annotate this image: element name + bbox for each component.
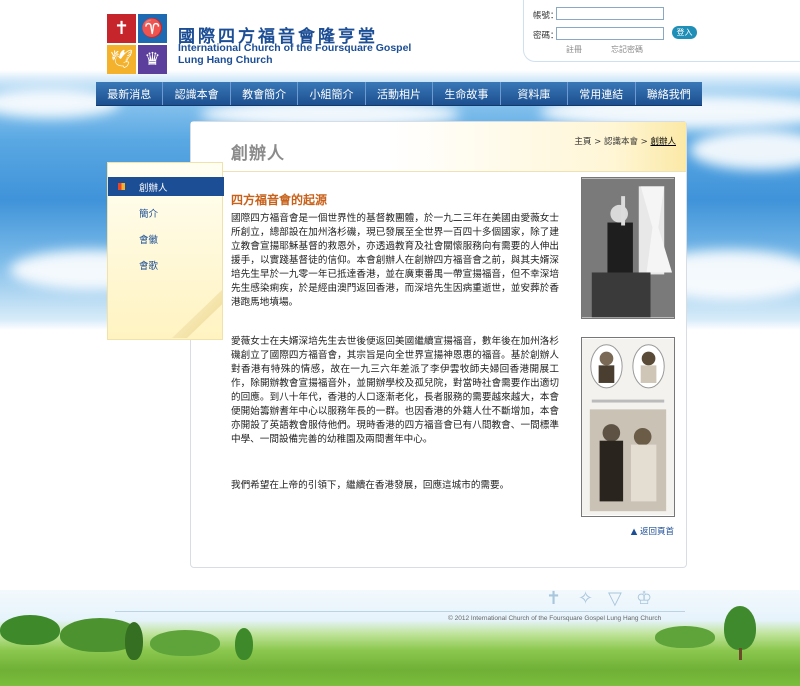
dove-icon: ✧ xyxy=(578,588,594,609)
section-title: 四方福音會的起源 xyxy=(231,193,328,207)
password-input[interactable] xyxy=(556,27,664,40)
account-input[interactable] xyxy=(556,7,664,20)
tree-trunk xyxy=(739,648,742,660)
copyright-text: © 2012 International Church of the Fours… xyxy=(448,615,662,622)
breadcrumb: 主頁 > 認識本會 > 創辦人 xyxy=(574,135,676,147)
crown-icon: ♔ xyxy=(636,588,653,609)
sidebar-item-label: 簡介 xyxy=(139,208,159,220)
content-panel: 創辦人 主頁 > 認識本會 > 創辦人 四方福音會的起源 國際四方福音會是一個世… xyxy=(190,121,687,568)
paragraph: 我們希望在上帝的引領下，繼續在香港發展，回應這城市的需要。 xyxy=(231,480,510,491)
cross-icon: ✝ xyxy=(107,14,136,43)
sidebar-item-anthem[interactable]: 會歌 xyxy=(108,255,224,274)
tree xyxy=(235,628,253,660)
paragraph: 愛薇女士在夫婿深培先生去世後便返回美國繼續宣揚福音，數年後在加州洛杉磯創立了國際… xyxy=(231,336,559,445)
sidebar-item-emblem[interactable]: 會徽 xyxy=(108,229,224,248)
panel-header: 創辦人 主頁 > 認識本會 > 創辦人 xyxy=(191,122,686,172)
main-nav: 最新消息 認識本會 教會簡介 小組簡介 活動相片 生命故事 資料庫 常用連結 聯… xyxy=(96,82,702,106)
footer-divider xyxy=(115,611,685,612)
founder-photo xyxy=(581,177,675,319)
paragraph: 國際四方福音會是一個世界性的基督教團體，於一九二三年在美國由愛薇女士所創立，總部… xyxy=(231,213,559,308)
dove-icon: 🕊 xyxy=(107,45,136,74)
breadcrumb-separator: > xyxy=(637,137,651,147)
breadcrumb-separator: > xyxy=(591,137,604,147)
breadcrumb-current[interactable]: 創辦人 xyxy=(650,137,676,147)
sidebar-item-label: 創辦人 xyxy=(139,182,168,194)
tree xyxy=(150,630,220,656)
nav-item-contact[interactable]: 聯絡我們 xyxy=(636,82,702,105)
org-name-english-sub: Lung Hang Church xyxy=(178,54,273,66)
sidebar-item-founder[interactable]: 創辦人 xyxy=(108,177,224,196)
cup-icon: ♈ xyxy=(138,14,167,43)
nav-item-life-stories[interactable]: 生命故事 xyxy=(433,82,501,105)
forgot-password-link[interactable]: 忘記密碼 xyxy=(611,44,643,55)
tree xyxy=(724,606,756,650)
org-name-english: International Church of the Foursquare G… xyxy=(178,42,412,54)
nav-item-photos[interactable]: 活動相片 xyxy=(366,82,434,105)
back-to-top-link[interactable]: ▲ 返回頁首 xyxy=(631,525,674,537)
login-button[interactable]: 登入 xyxy=(672,26,697,39)
nav-item-about[interactable]: 認識本會 xyxy=(163,82,231,105)
bullet-icon xyxy=(118,183,125,190)
nav-item-library[interactable]: 資料庫 xyxy=(501,82,569,105)
nav-item-groups[interactable]: 小組簡介 xyxy=(298,82,366,105)
tree xyxy=(125,622,143,660)
crown-icon: ♛ xyxy=(138,45,167,74)
nav-item-links[interactable]: 常用連結 xyxy=(568,82,636,105)
account-label: 帳號： xyxy=(533,11,559,21)
register-link[interactable]: 註冊 xyxy=(566,44,582,55)
tree xyxy=(655,626,715,648)
breadcrumb-home[interactable]: 主頁 xyxy=(574,137,591,147)
tree xyxy=(0,615,60,645)
sidebar-item-label: 會徽 xyxy=(139,234,159,246)
sidebar-item-label: 會歌 xyxy=(139,260,159,272)
church-logo[interactable]: ✝ ♈ 🕊 ♛ xyxy=(107,14,167,74)
login-box: 帳號： 密碼： 登入 註冊 忘記密碼 xyxy=(523,0,800,62)
page-title: 創辦人 xyxy=(231,144,285,164)
family-portrait-photo xyxy=(581,337,675,517)
nav-item-news[interactable]: 最新消息 xyxy=(96,82,164,105)
cross-icon: ✝ xyxy=(546,588,562,609)
password-label: 密碼： xyxy=(533,31,559,41)
cup-icon: ▽ xyxy=(608,588,622,609)
breadcrumb-parent[interactable]: 認識本會 xyxy=(604,137,638,147)
sidebar-item-intro[interactable]: 簡介 xyxy=(108,203,224,222)
nav-item-church-intro[interactable]: 教會簡介 xyxy=(231,82,299,105)
